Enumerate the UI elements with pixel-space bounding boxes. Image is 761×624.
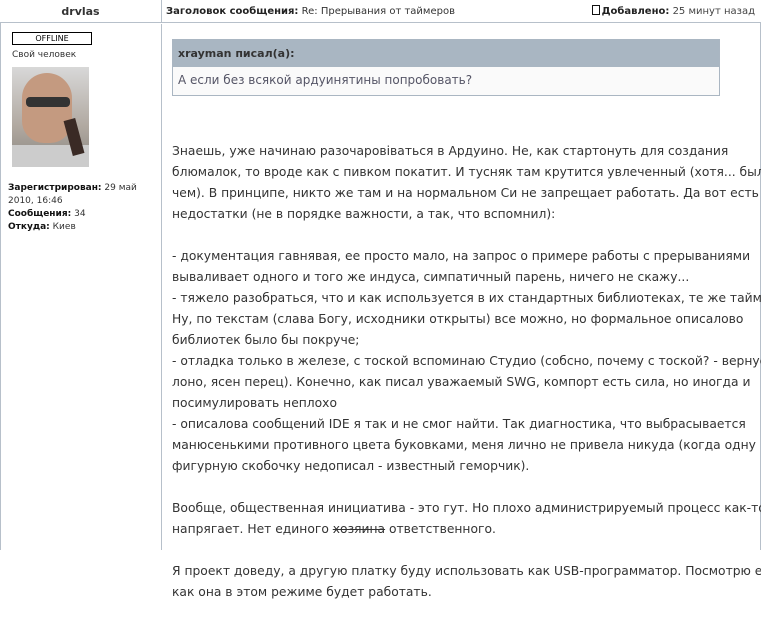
paragraph: Я проект доведу, а другую платку буду ис… xyxy=(172,561,761,603)
text-line: лоно, ясен перец). Конечно, как писал ув… xyxy=(172,375,751,389)
avatar xyxy=(12,67,89,167)
author-name[interactable]: drvlas xyxy=(0,0,162,23)
text-line: блюмалок, то вроде как с пивком покатит.… xyxy=(172,165,761,179)
text-line: фигурную скобочку недописал - известный … xyxy=(172,459,530,473)
paragraph: Знаешь, уже начинаю разочаровіваться в А… xyxy=(172,141,761,225)
user-profile-panel: OFFLINE Свой человек Зарегистрирован: 29… xyxy=(0,24,162,550)
post-subject: Заголовок сообщения: Re: Прерывания от т… xyxy=(166,6,455,17)
text-line: библиотек было бы покруче; xyxy=(172,333,360,347)
text-line: Я проект доведу, а другую платку буду ис… xyxy=(172,564,761,578)
text-line: - тяжело разобраться, что и как использу… xyxy=(172,291,761,305)
user-rank: Свой человек xyxy=(12,50,77,60)
quote-author: xrayman писал(а): xyxy=(173,40,719,67)
user-info: Зарегистрирован: 29 май 2010, 16:46 Сооб… xyxy=(8,183,137,232)
text-line: - описалова сообщений IDE я так и не смо… xyxy=(172,417,746,431)
text-line: чем). В принципе, никто же там и на норм… xyxy=(172,186,761,200)
quote-block: xrayman писал(а): А если без всякой арду… xyxy=(172,39,720,96)
text-line: посимулировать неплохо xyxy=(172,396,337,410)
strikethrough-text: хозяина xyxy=(332,522,386,536)
text-line: Знаешь, уже начинаю разочаровіваться в А… xyxy=(172,144,729,158)
paragraph: Вообще, общественная инициатива - это гу… xyxy=(172,501,761,536)
text-line: вываливает одного и того же индуса, симп… xyxy=(172,270,690,284)
status-badge: OFFLINE xyxy=(12,32,92,45)
post-date: Добавлено: 25 минут назад xyxy=(591,0,755,23)
text-line: как она в этом режиме будет работать. xyxy=(172,585,432,599)
text-line: - документация гавнявая, ее просто мало,… xyxy=(172,249,751,263)
text-line: - отладка только в железе, с тоской вспо… xyxy=(172,354,761,368)
post-link-icon[interactable] xyxy=(591,5,600,15)
quote-text: А если без всякой ардуинятины попробоват… xyxy=(173,67,719,95)
post-header: drvlas Заголовок сообщения: Re: Прерыван… xyxy=(0,0,761,23)
paragraph: - документация гавнявая, ее просто мало,… xyxy=(172,246,761,477)
text-line: манюсенькими противного цвета буковками,… xyxy=(172,438,756,452)
post-body: Знаешь, уже начинаю разочаровіваться в А… xyxy=(172,141,761,603)
text-line: Ну, по текстам (слава Богу, исходники от… xyxy=(172,312,744,326)
text-line: недостатки (не в порядке важности, а так… xyxy=(172,207,556,221)
post-content: xrayman писал(а): А если без всякой арду… xyxy=(172,24,761,624)
